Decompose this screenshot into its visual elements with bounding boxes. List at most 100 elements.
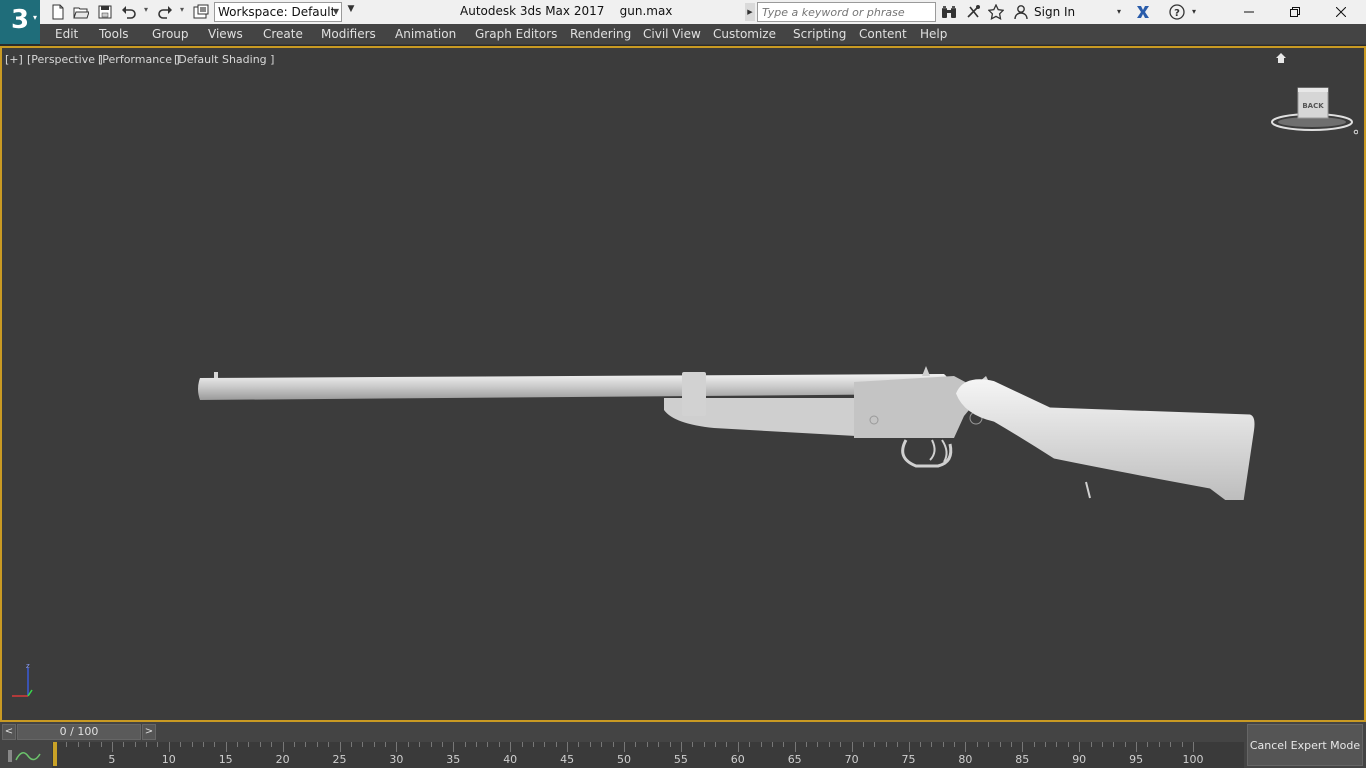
timeline-tick bbox=[1033, 742, 1035, 747]
project-folder-icon[interactable] bbox=[192, 3, 210, 21]
timeline-tick-label: 15 bbox=[218, 753, 233, 766]
redo-icon[interactable] bbox=[156, 3, 174, 21]
chevron-down-icon[interactable]: ▾ bbox=[1117, 7, 1121, 16]
cancel-expert-mode-button[interactable]: Cancel Expert Mode bbox=[1247, 724, 1363, 766]
autodesk-x-icon[interactable] bbox=[1133, 3, 1153, 21]
timeline-tick bbox=[999, 742, 1001, 747]
timeline-tick bbox=[885, 742, 887, 747]
timeline-tick bbox=[680, 742, 682, 752]
home-icon[interactable] bbox=[1275, 52, 1287, 64]
timeline-tick-label: 5 bbox=[108, 753, 116, 766]
workspace-dropdown[interactable]: Workspace: Default ▼ bbox=[214, 2, 342, 22]
timeline-tick bbox=[567, 742, 569, 752]
timeline-tick bbox=[180, 742, 182, 747]
menu-content[interactable]: Content bbox=[859, 27, 907, 41]
perspective-viewport[interactable]: [+] [Perspective ] [Performance ] [Defau… bbox=[0, 46, 1366, 722]
timeline-tick bbox=[191, 742, 193, 747]
timeline-tick bbox=[942, 742, 944, 747]
shotgun-model[interactable] bbox=[194, 320, 1264, 500]
timeline-tick-label: 25 bbox=[332, 753, 347, 766]
restore-icon[interactable] bbox=[1272, 0, 1318, 24]
timeline-tick bbox=[1067, 742, 1069, 747]
viewport-menu-label[interactable]: [+] bbox=[5, 53, 23, 66]
open-folder-icon[interactable] bbox=[72, 3, 90, 21]
chevron-down-icon[interactable]: ▾ bbox=[1192, 7, 1196, 16]
minimize-icon[interactable] bbox=[1226, 0, 1272, 24]
customize-toolbar-icon[interactable]: ▼ bbox=[344, 4, 358, 20]
timeline-tick-label: 70 bbox=[844, 753, 859, 766]
menu-civil-view[interactable]: Civil View bbox=[643, 27, 701, 41]
timeline-tick bbox=[202, 742, 204, 747]
timeline-tick bbox=[1090, 742, 1092, 747]
timeline-tick bbox=[532, 742, 534, 747]
timeline-tick-label: 75 bbox=[901, 753, 916, 766]
menu-edit[interactable]: Edit bbox=[55, 27, 78, 41]
mini-curve-editor-icon[interactable] bbox=[6, 746, 50, 766]
timeline-tick bbox=[430, 742, 432, 747]
timeline-tick bbox=[954, 742, 956, 747]
menu-create[interactable]: Create bbox=[263, 27, 303, 41]
svg-text:?: ? bbox=[1174, 8, 1180, 19]
menu-graph-editors[interactable]: Graph Editors bbox=[475, 27, 557, 41]
undo-dropdown-icon[interactable]: ▾ bbox=[144, 5, 148, 14]
timeline-tick bbox=[589, 742, 591, 747]
menu-help[interactable]: Help bbox=[920, 27, 947, 41]
timeline-tick bbox=[476, 742, 478, 747]
favorites-star-icon[interactable] bbox=[986, 3, 1006, 21]
timeline-tick bbox=[828, 742, 830, 747]
timeline-tick bbox=[578, 742, 580, 747]
timeline-tick bbox=[1170, 742, 1172, 747]
timeline-ruler[interactable]: 5 10 15 20 25 30 35 40 45 50 55 60 65 70 75 80 85 90 95 100 bbox=[52, 742, 1244, 768]
timeline-tick bbox=[157, 742, 159, 747]
undo-icon[interactable] bbox=[120, 3, 138, 21]
app-menu-button[interactable]: 3 ▾ bbox=[0, 0, 40, 44]
timeline-tick bbox=[293, 742, 295, 747]
timeline-tick bbox=[259, 742, 261, 747]
menu-views[interactable]: Views bbox=[208, 27, 243, 41]
timeline-tick bbox=[771, 742, 773, 747]
timeline-tick bbox=[271, 742, 273, 747]
viewport-performance-label[interactable]: [Performance ] bbox=[98, 53, 180, 66]
menu-tools[interactable]: Tools bbox=[99, 27, 129, 41]
timeline-tick bbox=[123, 742, 125, 747]
menu-customize[interactable]: Customize bbox=[713, 27, 776, 41]
menu-scripting[interactable]: Scripting bbox=[793, 27, 846, 41]
user-icon[interactable] bbox=[1011, 3, 1031, 21]
time-slider[interactable]: 0 / 100 bbox=[17, 724, 141, 740]
timeline-tick bbox=[874, 742, 876, 747]
timeline-tick bbox=[715, 742, 717, 747]
timeline-tick-label: 10 bbox=[161, 753, 176, 766]
timeline-tick-label: 30 bbox=[389, 753, 404, 766]
timeline-tick bbox=[248, 742, 250, 747]
viewport-pov-label[interactable]: [Perspective ] bbox=[27, 53, 103, 66]
timeline-tick bbox=[1079, 742, 1081, 752]
viewcube-icon[interactable]: BACK bbox=[1268, 84, 1358, 136]
timeline-tick bbox=[1045, 742, 1047, 747]
timeline-tick bbox=[441, 742, 443, 747]
timeline-prev-button[interactable]: < bbox=[2, 724, 16, 740]
new-file-icon[interactable] bbox=[49, 3, 67, 21]
menu-group[interactable]: Group bbox=[152, 27, 189, 41]
current-frame-marker[interactable] bbox=[53, 742, 57, 766]
timeline-tick-label: 50 bbox=[617, 753, 631, 766]
timeline-tick bbox=[1101, 742, 1103, 747]
timeline-tick bbox=[862, 742, 864, 747]
timeline-next-button[interactable]: > bbox=[142, 724, 156, 740]
save-icon[interactable] bbox=[96, 3, 114, 21]
menu-modifiers[interactable]: Modifiers bbox=[321, 27, 376, 41]
menu-rendering[interactable]: Rendering bbox=[570, 27, 631, 41]
communication-center-icon[interactable] bbox=[963, 3, 983, 21]
redo-dropdown-icon[interactable]: ▾ bbox=[180, 5, 184, 14]
search-expand-icon[interactable]: ▶ bbox=[745, 3, 755, 21]
sign-in-link[interactable]: Sign In bbox=[1034, 5, 1075, 19]
close-icon[interactable] bbox=[1318, 0, 1364, 24]
search-input[interactable] bbox=[757, 2, 936, 22]
timeline-tick bbox=[111, 742, 113, 752]
menu-animation[interactable]: Animation bbox=[395, 27, 456, 41]
viewport-shading-label[interactable]: [Default Shading ] bbox=[174, 53, 274, 66]
help-icon[interactable]: ? bbox=[1167, 3, 1187, 21]
binoculars-icon[interactable] bbox=[939, 3, 959, 21]
timeline-tick bbox=[328, 742, 330, 747]
timeline-tick bbox=[1136, 742, 1138, 752]
timeline-tick bbox=[1056, 742, 1058, 747]
